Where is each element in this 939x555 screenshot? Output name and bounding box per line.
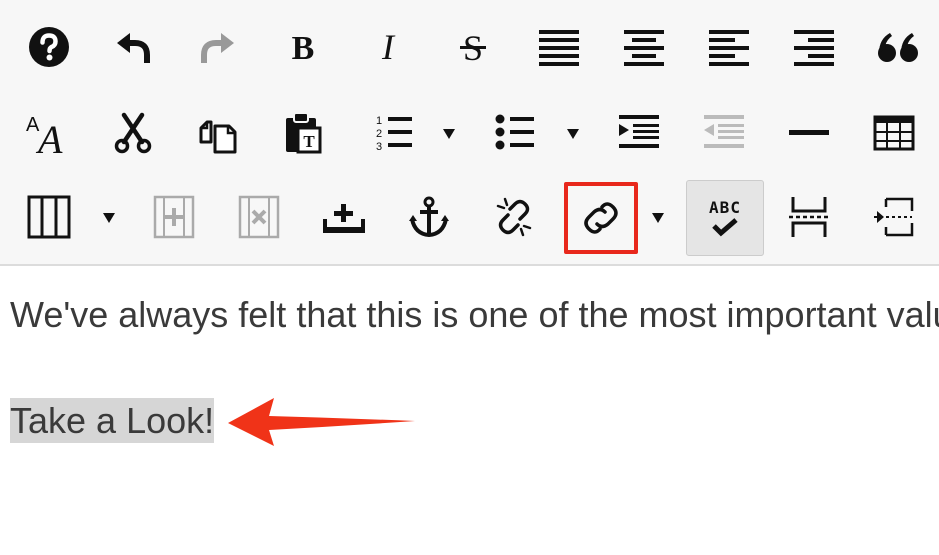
unordered-list-icon (495, 114, 534, 150)
add-column-icon (153, 195, 195, 239)
cut-button[interactable] (98, 98, 168, 168)
outdent-icon (704, 115, 744, 148)
align-center-icon (624, 30, 664, 66)
copy-button[interactable] (183, 98, 253, 168)
redo-button[interactable] (183, 12, 253, 82)
annotation-arrow-icon (228, 398, 415, 446)
redo-icon (201, 33, 234, 63)
font-size-button[interactable]: A A (14, 98, 84, 168)
blockquote-icon (878, 33, 918, 62)
svg-text:A: A (35, 117, 63, 155)
select-block-icon (874, 197, 914, 237)
editor-content-area[interactable]: We've always felt that this is one of th… (0, 266, 939, 555)
link-dropdown[interactable] (645, 203, 671, 233)
align-left-icon (709, 30, 749, 66)
anchor-button[interactable] (394, 182, 464, 252)
horizontal-rule-button[interactable] (774, 98, 844, 168)
columns-dropdown[interactable] (96, 203, 122, 233)
help-button[interactable] (14, 12, 84, 82)
font-size-icon: A A (26, 114, 63, 155)
table-button[interactable] (859, 98, 929, 168)
undo-button[interactable] (98, 12, 168, 82)
selected-paragraph[interactable]: Take a Look! (10, 398, 215, 443)
remove-column-button[interactable] (224, 182, 294, 252)
svg-text:T: T (303, 132, 315, 151)
cut-icon (114, 112, 152, 154)
ordered-list-icon: 1 2 3 (376, 115, 412, 153)
svg-text:2: 2 (376, 128, 382, 140)
insert-row-icon (323, 204, 365, 233)
svg-text:I: I (381, 27, 396, 67)
spellcheck-icon: ABC (709, 199, 741, 237)
align-right-button[interactable] (779, 12, 849, 82)
insert-row-button[interactable] (309, 182, 379, 252)
page-break-button[interactable] (774, 182, 844, 252)
ordered-list-button[interactable]: 1 2 3 (358, 98, 428, 168)
align-justify-button[interactable] (524, 12, 594, 82)
align-justify-icon (539, 30, 579, 66)
strikethrough-button[interactable]: S (438, 12, 508, 82)
indent-icon (619, 115, 659, 148)
help-icon (29, 27, 69, 67)
link-button[interactable] (564, 182, 638, 254)
indent-button[interactable] (604, 98, 674, 168)
bold-icon: B (292, 30, 315, 67)
italic-button[interactable]: I (353, 12, 423, 82)
chevron-down-icon (567, 129, 579, 139)
unordered-list-button[interactable] (480, 98, 550, 168)
paragraph-text[interactable]: We've always felt that this is one of th… (10, 294, 939, 336)
chevron-down-icon (443, 129, 455, 139)
horizontal-rule-icon (789, 130, 829, 135)
page-break-icon (789, 197, 829, 237)
copy-icon (199, 120, 237, 154)
paste-text-button[interactable]: T (268, 98, 338, 168)
spellcheck-label: ABC (709, 198, 741, 217)
link-icon (584, 202, 618, 234)
unordered-list-dropdown[interactable] (560, 119, 586, 149)
unlink-button[interactable] (479, 182, 549, 252)
selected-link-text[interactable]: Take a Look! (10, 398, 215, 443)
blockquote-button[interactable] (864, 12, 934, 82)
table-icon (873, 115, 915, 151)
strikethrough-icon: S (460, 28, 486, 67)
svg-text:3: 3 (376, 141, 382, 153)
align-right-icon (794, 30, 834, 66)
svg-text:B: B (292, 30, 315, 67)
chevron-down-icon (652, 213, 664, 223)
spellcheck-button[interactable]: ABC (686, 180, 764, 256)
undo-icon (117, 33, 150, 63)
anchor-icon (409, 196, 449, 238)
outdent-button[interactable] (689, 98, 759, 168)
editor-toolbar: B I S A A T 1 2 3 ABC (0, 0, 939, 266)
align-left-button[interactable] (694, 12, 764, 82)
italic-icon: I (381, 27, 396, 67)
add-column-button[interactable] (139, 182, 209, 252)
align-center-button[interactable] (609, 12, 679, 82)
columns-icon (27, 195, 71, 239)
svg-text:1: 1 (376, 115, 382, 127)
remove-column-icon (238, 195, 280, 239)
ordered-list-dropdown[interactable] (436, 119, 462, 149)
chevron-down-icon (103, 213, 115, 223)
unlink-icon (496, 197, 532, 237)
bold-button[interactable]: B (268, 12, 338, 82)
select-block-button[interactable] (859, 182, 929, 252)
columns-button[interactable] (14, 182, 84, 252)
paste-text-icon: T (286, 112, 322, 154)
